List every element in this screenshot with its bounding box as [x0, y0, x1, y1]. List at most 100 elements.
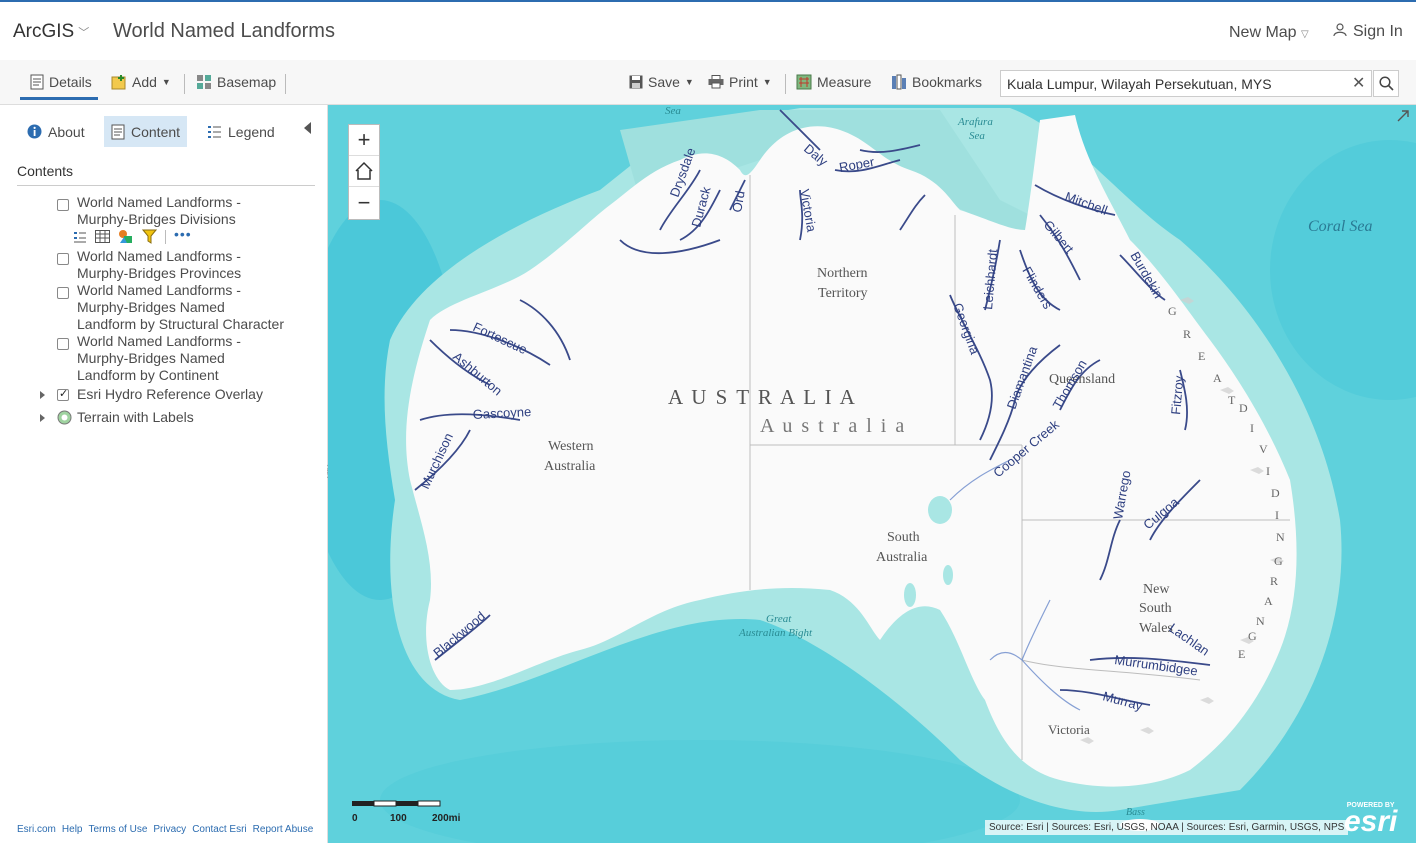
region-south-australia: South — [887, 530, 920, 545]
range-letter: D — [1239, 401, 1248, 415]
basemap-button[interactable]: Basemap — [196, 74, 276, 90]
search-button[interactable] — [1373, 70, 1399, 97]
layer-checkbox[interactable] — [57, 387, 69, 401]
layer-checkbox[interactable] — [57, 253, 69, 265]
more-options-icon[interactable]: ••• — [174, 226, 192, 242]
new-map-button[interactable]: New Map ▽ — [1229, 24, 1309, 42]
basemap-layer-icon[interactable] — [57, 410, 72, 425]
zoom-controls: + − — [348, 124, 380, 220]
layer-landform-by-structural-character[interactable]: World Named Landforms - Murphy-Bridges N… — [77, 282, 284, 333]
measure-label: Measure — [817, 74, 872, 90]
tab-legend[interactable]: Legend — [200, 116, 282, 147]
esri-logo[interactable]: POWERED BY esri — [1344, 802, 1397, 837]
print-button[interactable]: Print ▼ — [708, 74, 772, 90]
range-letter: G — [1274, 554, 1283, 568]
bookmarks-button[interactable]: Bookmarks — [891, 74, 982, 90]
range-letter: R — [1183, 327, 1191, 341]
footer-link-contact[interactable]: Contact Esri — [192, 824, 246, 835]
save-button[interactable]: Save ▼ — [629, 74, 694, 90]
details-button[interactable]: Details — [30, 74, 92, 90]
print-icon — [708, 75, 724, 89]
region-northern-territory: Territory — [818, 286, 868, 301]
zoom-in-button[interactable]: + — [349, 125, 379, 156]
region-new-south-wales: Wales — [1139, 621, 1173, 636]
tab-content-label: Content — [131, 123, 181, 140]
lake-torrens — [904, 583, 916, 607]
layer-title-line: World Named Landforms - — [77, 333, 241, 349]
expand-icon[interactable] — [1396, 109, 1410, 123]
map-view[interactable]: A U S T R A L I A A u s t r a l i a Nort… — [328, 105, 1416, 843]
footer-link-report-abuse[interactable]: Report Abuse — [253, 824, 314, 835]
user-icon — [1333, 23, 1347, 37]
print-label: Print — [729, 74, 758, 90]
layer-checkbox[interactable] — [57, 287, 69, 299]
tab-about[interactable]: About — [20, 116, 92, 147]
divider — [17, 185, 315, 186]
region-new-south-wales: South — [1139, 601, 1172, 616]
layer-checkbox[interactable] — [57, 199, 69, 211]
lake-gairdner — [943, 565, 953, 585]
layer-title-line: Esri Hydro Reference Overlay — [77, 386, 263, 402]
layer-terrain-with-labels[interactable]: Terrain with Labels — [77, 409, 194, 426]
footer-link-terms[interactable]: Terms of Use — [88, 824, 147, 835]
arcgis-menu[interactable]: ArcGIS ﹀ — [13, 21, 89, 43]
layer-landform-by-continent[interactable]: World Named Landforms - Murphy-Bridges N… — [77, 333, 241, 384]
home-button[interactable] — [349, 156, 379, 187]
measure-icon — [796, 74, 812, 90]
footer-link-privacy[interactable]: Privacy — [153, 824, 186, 835]
tab-about-label: About — [48, 123, 85, 140]
layer-murphy-bridges-divisions[interactable]: World Named Landforms - Murphy-Bridges D… — [77, 194, 241, 228]
zoom-out-button[interactable]: − — [349, 187, 379, 218]
scale-label: 200mi — [432, 813, 461, 824]
footer-link-help[interactable]: Help — [62, 824, 83, 835]
layer-checkbox[interactable] — [57, 338, 69, 350]
map-title: World Named Landforms — [113, 20, 335, 42]
sidebar: About Content Legend Contents World Name… — [0, 105, 333, 843]
range-letter: I — [1266, 464, 1270, 478]
sea-label: Sea — [665, 105, 681, 117]
contents-heading: Contents — [17, 163, 74, 179]
map-attribution[interactable]: Source: Esri | Sources: Esri, USGS, NOAA… — [985, 820, 1349, 835]
chevron-down-icon: ﹀ — [78, 26, 90, 39]
scale-bar: 0 100 200mi — [352, 795, 460, 825]
range-letter: V — [1259, 442, 1268, 456]
divider — [184, 74, 185, 94]
range-letter: E — [1238, 647, 1245, 661]
sign-in-button[interactable]: Sign In — [1333, 23, 1403, 41]
region-northern-territory: Northern — [817, 266, 868, 281]
layer-title-line: Murphy-Bridges Named — [77, 350, 225, 366]
region-new-south-wales: New — [1143, 582, 1170, 597]
layer-esri-hydro-reference-overlay[interactable]: Esri Hydro Reference Overlay — [77, 386, 263, 403]
map-canvas[interactable]: A U S T R A L I A A u s t r a l i a Nort… — [328, 105, 1416, 843]
range-letter: E — [1198, 349, 1205, 363]
tab-content[interactable]: Content — [104, 116, 188, 147]
sea-label-bight: Great — [766, 613, 792, 625]
layer-title-line: Murphy-Bridges Named — [77, 299, 225, 315]
add-button[interactable]: Add ▼ — [111, 74, 171, 90]
sea-label-bass: Bass — [1126, 807, 1145, 818]
layer-title-line: Murphy-Bridges Provinces — [77, 265, 242, 281]
table-icon[interactable] — [95, 230, 110, 243]
country-label-upper: A U S T R A L I A — [668, 385, 857, 409]
search-input[interactable]: Kuala Lumpur, Wilayah Persekutuan, MYS — [1000, 70, 1372, 97]
chevron-down-icon: ▽ — [1301, 29, 1309, 40]
collapse-panel-icon[interactable] — [304, 122, 311, 134]
river-label-gascoyne: Gascoyne — [472, 404, 531, 422]
home-icon — [355, 161, 373, 180]
close-icon[interactable]: ✕ — [1352, 73, 1365, 93]
region-western-australia: Western — [548, 439, 594, 454]
scale-bar-graphic — [352, 800, 441, 807]
range-letter: I — [1275, 508, 1279, 522]
change-style-icon[interactable] — [118, 229, 134, 244]
legend-icon[interactable] — [73, 230, 87, 244]
filter-icon[interactable] — [142, 229, 157, 244]
details-active-underline — [20, 97, 98, 100]
expand-arrow-icon[interactable] — [40, 391, 45, 399]
measure-button[interactable]: Measure — [796, 74, 871, 90]
footer-link-esri[interactable]: Esri.com — [17, 824, 56, 835]
layer-title-line: World Named Landforms - — [77, 282, 241, 298]
range-letter: G — [1168, 304, 1177, 318]
expand-arrow-icon[interactable] — [40, 414, 45, 422]
layer-murphy-bridges-provinces[interactable]: World Named Landforms - Murphy-Bridges P… — [77, 248, 241, 282]
bookmarks-icon — [892, 74, 906, 90]
